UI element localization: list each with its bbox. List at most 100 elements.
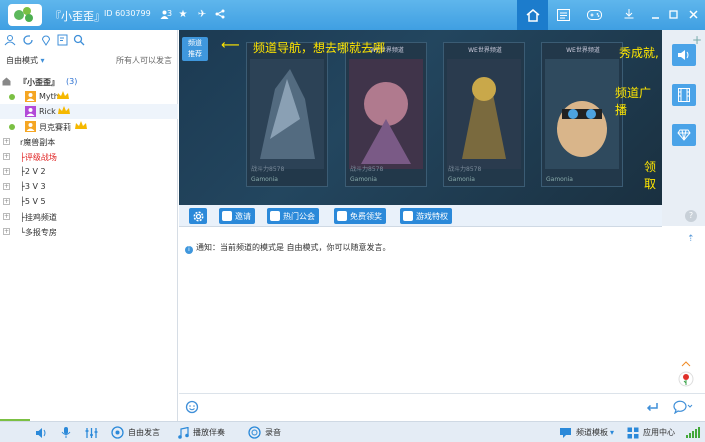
message-input-area[interactable] <box>179 393 705 421</box>
banner-text-claim: 领取 <box>644 160 657 191</box>
invite-button[interactable]: 邀请 <box>219 208 255 224</box>
signal-icon <box>686 427 700 438</box>
user-badge-icon <box>25 91 36 102</box>
video-toolbar: 邀请 热门公会 免费领奖 游戏特权 <box>179 205 662 227</box>
member-count: 3 <box>167 9 173 18</box>
tree-root[interactable]: 『小歪歪』 (3) <box>0 74 178 89</box>
system-notice: i 通知：当前频道的模式是 自由模式，你可以随意发言。 <box>185 242 391 254</box>
channel-tree: 『小歪歪』 (3) Myth Rick 貝克賽莉 + r魔兽副本 + ├评级战场 +… <box>0 74 178 239</box>
free-gift-button[interactable]: 免费领奖 <box>334 208 386 224</box>
bottom-bar: 自由发言 播放伴奏 录音 频道模板 ▾ 应用中心 <box>0 421 705 442</box>
game-privilege-button[interactable]: 游戏特权 <box>400 208 452 224</box>
banner-tip: 频道导航，想去哪就去哪 <box>253 41 386 55</box>
info-icon: i <box>185 246 193 254</box>
send-icon[interactable] <box>645 400 659 414</box>
title-bar: 『小歪歪』 ID 6030799 3 ★ ✈ <box>0 0 705 30</box>
expand-icon[interactable]: + <box>3 228 10 235</box>
channel-title: 『小歪歪』 <box>50 10 105 23</box>
refresh-icon[interactable] <box>22 34 34 46</box>
online-dot <box>9 124 15 130</box>
banner-text-achievement: 秀成就, <box>619 46 659 60</box>
home-icon[interactable] <box>517 0 548 30</box>
game-card[interactable]: WE世界频道 战斗力8578 Gamonia <box>443 42 525 187</box>
game-card[interactable]: 战斗力8578 Gamonia <box>246 42 328 187</box>
game-card[interactable]: WE世界频道 战斗力8578 Gamonia <box>345 42 427 187</box>
tree-channel[interactable]: + ├挂鸡频道 <box>0 209 178 224</box>
online-dot <box>9 94 15 100</box>
search-icon[interactable] <box>73 34 85 46</box>
plane-icon[interactable]: ✈ <box>195 7 209 21</box>
expand-icon[interactable]: + <box>3 213 10 220</box>
card-art <box>250 59 324 169</box>
mode-select[interactable]: 自由模式 ▾ <box>6 55 45 66</box>
user-badge-icon <box>25 121 36 132</box>
share-icon[interactable] <box>213 7 227 21</box>
invite-icon <box>222 211 232 221</box>
expand-icon[interactable]: + <box>3 198 10 205</box>
expand-icon[interactable]: + <box>3 183 10 190</box>
scroll-top-icon[interactable]: ⇡ <box>687 234 697 244</box>
microphone-icon[interactable] <box>61 426 75 439</box>
expand-icon[interactable]: + <box>3 153 10 160</box>
close-icon[interactable] <box>686 7 700 21</box>
free-speak-button[interactable]: 自由发言 <box>111 426 160 439</box>
arrow-left-icon: ⟵ <box>221 38 240 53</box>
channel-tree-panel: 自由模式 ▾ 所有人可以发言 『小歪歪』 (3) Myth Rick 貝克賽莉 … <box>0 30 178 421</box>
house-icon <box>2 77 11 86</box>
location-icon[interactable] <box>40 34 52 46</box>
tree-channel[interactable]: + r魔兽副本 <box>0 134 178 149</box>
volume-icon[interactable] <box>35 426 52 439</box>
hot-guild-button[interactable]: 热门公会 <box>267 208 319 224</box>
user-badge-icon <box>25 106 36 117</box>
tree-user[interactable]: 貝克賽莉 <box>0 119 178 134</box>
star-icon[interactable]: ★ <box>176 7 190 21</box>
gear-icon[interactable] <box>189 208 207 224</box>
speaker-icon[interactable] <box>672 44 696 66</box>
diamond-icon[interactable] <box>672 124 696 146</box>
card-art <box>545 59 619 169</box>
app-center-button[interactable]: 应用中心 <box>627 426 675 439</box>
gift-icon <box>337 211 347 221</box>
list-icon[interactable] <box>548 0 579 30</box>
gamepad-icon[interactable] <box>579 0 610 30</box>
accompany-button[interactable]: 播放伴奏 <box>177 426 225 439</box>
expand-icon[interactable]: + <box>3 168 10 175</box>
minimize-icon[interactable] <box>648 7 662 21</box>
members-icon[interactable] <box>4 34 16 46</box>
expand-icon[interactable]: + <box>3 138 10 145</box>
game-card[interactable]: WE世界频道 Gamonia <box>541 42 623 187</box>
channel-template-button[interactable]: 频道模板 ▾ <box>559 426 614 439</box>
mode-note: 所有人可以发言 <box>116 56 172 65</box>
help-icon[interactable]: ? <box>685 210 697 222</box>
tree-channel[interactable]: + ├2 V 2 <box>0 164 178 179</box>
left-toolbar <box>0 30 177 50</box>
tree-channel[interactable]: + └多报专房 <box>0 224 178 239</box>
mode-row: 自由模式 ▾ 所有人可以发言 <box>0 52 178 68</box>
channel-id: ID 6030799 <box>104 9 151 18</box>
tree-channel[interactable]: + ├3 V 3 <box>0 179 178 194</box>
film-icon[interactable] <box>672 84 696 106</box>
logo-icon <box>8 4 42 26</box>
maximize-icon[interactable] <box>666 7 680 21</box>
chevron-down-icon: ▾ <box>610 428 615 437</box>
equalizer-icon[interactable] <box>85 426 102 439</box>
chat-area[interactable]: i 通知：当前频道的模式是 自由模式，你可以随意发言。 <box>179 227 705 391</box>
emoji-icon[interactable] <box>185 400 199 414</box>
channel-banner[interactable]: 战斗力8578 Gamonia WE世界频道 战斗力8578 Gamonia W… <box>179 30 662 205</box>
tree-channel[interactable]: + ├5 V 5 <box>0 194 178 209</box>
tree-channel[interactable]: + ├评级战场 <box>0 149 178 164</box>
crown-icon <box>75 121 87 129</box>
card-art <box>349 59 423 169</box>
crown-icon <box>57 91 69 99</box>
recommend-badge[interactable]: 频道 推荐 <box>182 37 208 61</box>
guild-icon <box>270 211 280 221</box>
flower-icon[interactable] <box>678 360 694 390</box>
tree-user[interactable]: Rick <box>0 104 178 119</box>
card-art <box>447 59 521 169</box>
edit-icon[interactable] <box>57 34 69 46</box>
download-icon[interactable] <box>622 7 636 21</box>
privilege-icon <box>403 211 413 221</box>
record-button[interactable]: 录音 <box>248 426 281 439</box>
tree-user[interactable]: Myth <box>0 89 178 104</box>
chat-bubble-icon[interactable] <box>673 400 693 414</box>
